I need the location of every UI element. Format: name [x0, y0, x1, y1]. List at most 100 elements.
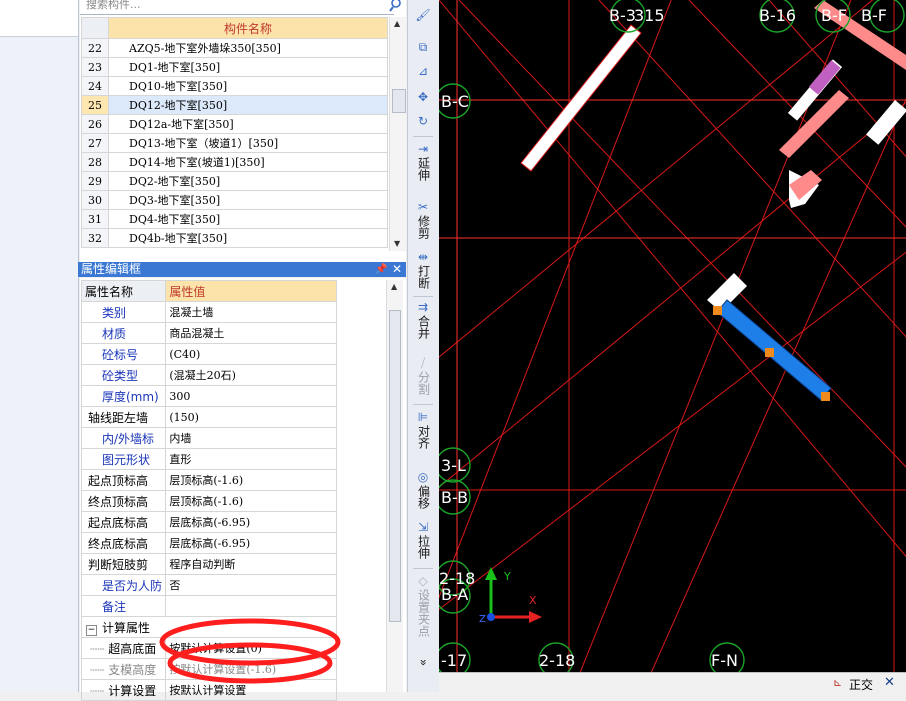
property-row[interactable]: 终点顶标高 层顶标高(-1.6): [80, 490, 337, 512]
component-name[interactable]: DQ4b-地下室[350]: [108, 228, 388, 248]
property-row[interactable]: 起点顶标高 层顶标高(-1.6): [80, 469, 337, 491]
property-row[interactable]: 砼类型 (混凝土20石): [80, 364, 337, 386]
property-value[interactable]: [165, 595, 337, 617]
component-name[interactable]: DQ10-地下室[350]: [108, 76, 388, 96]
property-value[interactable]: 商品混凝土: [165, 322, 337, 344]
property-group[interactable]: − 计算属性: [81, 616, 337, 638]
merge-button[interactable]: ⇉ 合并: [411, 300, 435, 339]
property-row[interactable]: 图元形状 直形: [80, 448, 337, 470]
property-row[interactable]: 是否为人防否: [80, 574, 337, 596]
property-value[interactable]: 按默认计算设置(0): [165, 637, 337, 659]
scroll-thumb[interactable]: [389, 310, 401, 622]
copy-button[interactable]: ⧉: [411, 40, 435, 55]
scroll-up-icon[interactable]: ▲: [394, 19, 400, 28]
property-row[interactable]: 起点底标高 层底标高(-6.95): [80, 511, 337, 533]
property-value[interactable]: 程序自动判断: [165, 553, 337, 575]
property-row[interactable]: 类别 混凝土墙: [80, 301, 337, 323]
property-row[interactable]: ┄┄ 超高底面 按默认计算设置(0): [80, 637, 337, 659]
component-row[interactable]: 32 DQ4b-地下室[350]: [81, 228, 388, 248]
left-strip-row[interactable]: [0, 0, 78, 23]
component-name[interactable]: AZQ5-地下室外墙垛350[350]: [108, 38, 388, 58]
extend-button[interactable]: ⇥ 延伸: [411, 142, 435, 181]
property-group-row[interactable]: − 计算属性: [81, 616, 337, 638]
property-value[interactable]: 直形: [165, 448, 337, 470]
property-value[interactable]: 层顶标高(-1.6): [165, 469, 337, 491]
property-value[interactable]: 层顶标高(-1.6): [165, 490, 337, 512]
property-value[interactable]: (150): [165, 406, 337, 428]
cad-drawing[interactable]: B-3315 B-16 B-F B-FB-C3-LB-B2-18B-A-17 2-18 F…: [439, 0, 906, 672]
property-panel-scrollbar[interactable]: ▲: [386, 280, 403, 692]
ortho-icon[interactable]: ⊾: [833, 676, 842, 689]
ortho-toggle[interactable]: 正交: [849, 676, 873, 693]
align-button[interactable]: ⊫ 对齐: [411, 410, 435, 449]
component-row[interactable]: 27 DQ13-地下室（坡道1）[350]: [81, 133, 388, 153]
property-value[interactable]: 层底标高(-6.95): [165, 511, 337, 533]
rotate-button[interactable]: ↻: [411, 114, 435, 129]
ucs-y-label: Y: [503, 570, 511, 583]
tree-line: ┄┄: [90, 662, 109, 677]
component-name[interactable]: DQ1-地下室[350]: [108, 57, 388, 77]
pin-icon[interactable]: 📌: [375, 262, 387, 277]
component-row[interactable]: 31 DQ4-地下室[350]: [81, 209, 388, 229]
property-value[interactable]: 300: [165, 385, 337, 407]
scroll-thumb[interactable]: [392, 89, 406, 113]
brush-button[interactable]: 🖌: [411, 8, 435, 23]
property-value[interactable]: (混凝土20石): [165, 364, 337, 386]
property-value[interactable]: (C40): [165, 343, 337, 365]
component-list-scrollbar[interactable]: ▲ ▼: [389, 17, 406, 251]
component-name[interactable]: DQ4-地下室[350]: [108, 209, 388, 229]
property-value[interactable]: 层底标高(-6.95): [165, 532, 337, 554]
property-value[interactable]: 内墙: [165, 427, 337, 449]
snap-icon[interactable]: ✕: [884, 675, 895, 690]
search-icon[interactable]: [386, 0, 406, 14]
property-row[interactable]: 材质 商品混凝土: [80, 322, 337, 344]
property-row[interactable]: 厚度(mm) 300: [80, 385, 337, 407]
component-row[interactable]: 25 DQ12-地下室[350]: [81, 95, 388, 115]
property-value[interactable]: 按默认计算设置: [165, 679, 337, 701]
component-name[interactable]: DQ14-地下室(坡道1)[350]: [108, 152, 388, 172]
collapse-icon[interactable]: −: [86, 624, 97, 636]
mirror-button[interactable]: ⊿: [411, 64, 435, 79]
component-row[interactable]: 29 DQ2-地下室[350]: [81, 171, 388, 191]
property-row[interactable]: 判断短肢剪 程序自动判断: [80, 553, 337, 575]
row-number: 24: [81, 76, 109, 96]
scroll-down-icon[interactable]: ▼: [394, 239, 400, 248]
toolbar-more-button[interactable]: »: [417, 651, 431, 675]
property-row[interactable]: 砼标号 (C40): [80, 343, 337, 365]
component-row[interactable]: 26 DQ12a-地下室[350]: [81, 114, 388, 134]
component-name[interactable]: DQ2-地下室[350]: [108, 171, 388, 191]
search-input[interactable]: 搜索构件...: [80, 0, 394, 15]
component-name[interactable]: DQ13-地下室（坡道1）[350]: [108, 133, 388, 153]
component-row[interactable]: 24 DQ10-地下室[350]: [81, 76, 388, 96]
move-button[interactable]: ✥: [411, 90, 435, 105]
property-row[interactable]: ┄┄ 支模高度 按默认计算设置(-1.6): [80, 658, 337, 680]
toolbar-label: 拉伸: [416, 535, 431, 559]
component-name[interactable]: DQ3-地下室[350]: [108, 190, 388, 210]
component-name[interactable]: DQ12-地下室[350]: [108, 95, 388, 115]
component-row[interactable]: 30 DQ3-地下室[350]: [81, 190, 388, 210]
property-value[interactable]: 混凝土墙: [165, 301, 337, 323]
stretch-button[interactable]: ⇲ 拉伸: [411, 520, 435, 559]
split-button[interactable]: ⧸ 分割: [411, 356, 435, 395]
left-strip-row[interactable]: [0, 22, 78, 37]
property-row[interactable]: 备注: [80, 595, 337, 617]
property-row[interactable]: ┄┄ 计算设置 按默认计算设置: [80, 679, 337, 701]
property-row[interactable]: 轴线距左墙 (150): [80, 406, 337, 428]
close-icon[interactable]: ✕: [392, 262, 402, 277]
scroll-up-icon[interactable]: ▲: [391, 282, 397, 291]
component-row[interactable]: 28 DQ14-地下室(坡道1)[350]: [81, 152, 388, 172]
toolbar-label: 打断: [416, 265, 431, 289]
grip-button[interactable]: ◇ 设置夹点: [411, 574, 435, 637]
property-value[interactable]: 否: [165, 574, 337, 596]
property-value[interactable]: 按默认计算设置(-1.6): [165, 658, 337, 680]
drawing-canvas[interactable]: B-3 315 B-16 B-F B-F B-C 3-L B-B 2-18 B-A -17 2-18 F…: [439, 0, 906, 672]
toolbar-separator: [413, 296, 433, 297]
component-row[interactable]: 22 AZQ5-地下室外墙垛350[350]: [81, 38, 388, 58]
property-row[interactable]: 终点底标高 层底标高(-6.95): [80, 532, 337, 554]
component-name[interactable]: DQ12a-地下室[350]: [108, 114, 388, 134]
trim-button[interactable]: ✂ 修剪: [411, 200, 435, 239]
property-row[interactable]: 内/外墙标 内墙: [80, 427, 337, 449]
component-row[interactable]: 23 DQ1-地下室[350]: [81, 57, 388, 77]
offset-button[interactable]: ◎ 偏移: [411, 470, 435, 509]
break-button[interactable]: ⇹ 打断: [411, 250, 435, 289]
